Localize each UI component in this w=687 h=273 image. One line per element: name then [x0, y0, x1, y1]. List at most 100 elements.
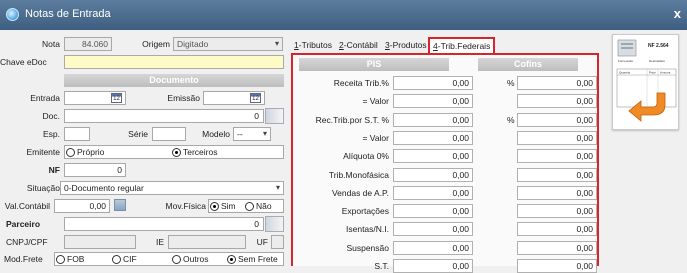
- svg-text:Fornecedor: Fornecedor: [618, 59, 633, 63]
- cofins-value-input[interactable]: 0,00: [517, 241, 597, 255]
- cnpj-input[interactable]: [64, 235, 136, 249]
- cofins-value-input[interactable]: 0,00: [517, 168, 597, 182]
- pis-value-input[interactable]: 0,00: [393, 168, 473, 182]
- tab-trib-federais[interactable]: 4-Trib.Federais: [428, 37, 496, 54]
- modfrete-semfrete-radio[interactable]: Sem Frete: [227, 254, 278, 264]
- entrada-label: Entrada: [30, 93, 60, 103]
- svg-text:Destinatário: Destinatário: [649, 59, 665, 63]
- modfrete-fob-radio[interactable]: FOB: [56, 254, 84, 264]
- pis-value-input[interactable]: 0,00: [393, 241, 473, 255]
- pis-row-label: Exportações: [341, 206, 389, 216]
- modelo-label: Modelo: [202, 129, 230, 139]
- serie-input[interactable]: [152, 127, 186, 141]
- nf-label: NF: [48, 165, 60, 175]
- cofins-value-input[interactable]: 0,00: [517, 204, 597, 218]
- cofins-value-input[interactable]: 0,00: [517, 131, 597, 145]
- tab-contabil[interactable]: 2-Contábil: [336, 38, 381, 53]
- pis-row-label: Trib.Monofásica: [328, 170, 389, 180]
- pis-value-input[interactable]: 0,00: [393, 113, 473, 127]
- valcontabil-input[interactable]: 0,00: [54, 199, 110, 213]
- origem-select[interactable]: Digitado: [173, 37, 283, 51]
- documento-header: Documento: [64, 74, 284, 87]
- situacao-label: Situação: [26, 183, 60, 193]
- modfrete-label: Mod.Frete: [4, 254, 43, 264]
- pis-row-label: Vendas de A.P.: [331, 188, 389, 198]
- nf-input[interactable]: 0: [64, 163, 126, 177]
- pis-row-label: Receita Trib.%: [333, 78, 389, 88]
- situacao-select[interactable]: 0-Documento regular: [60, 181, 284, 195]
- parceiro-search-icon[interactable]: [265, 216, 284, 232]
- pis-value-input[interactable]: 0,00: [393, 94, 473, 108]
- doc-label: Doc.: [42, 111, 60, 121]
- svg-text:Quantity: Quantity: [619, 71, 631, 75]
- pis-value-input[interactable]: 0,00: [393, 186, 473, 200]
- parceiro-number: 0: [254, 219, 259, 229]
- serie-label: Série: [128, 129, 148, 139]
- cofins-value-input[interactable]: 0,00: [517, 222, 597, 236]
- movfisica-nao-radio[interactable]: Não: [245, 201, 272, 211]
- calculator-icon[interactable]: [114, 199, 126, 211]
- tab-tributos[interactable]: 1-Tributos: [291, 38, 335, 53]
- cnpj-label: CNPJ/CPF: [6, 237, 48, 247]
- esp-input[interactable]: [64, 127, 90, 141]
- pis-row-label: Isentas/N.I.: [346, 224, 389, 234]
- chave-label: Chave eDoc: [0, 57, 47, 67]
- nota-label: Nota: [42, 39, 60, 49]
- window-title: Notas de Entrada: [25, 8, 111, 20]
- calendar-icon[interactable]: 12: [250, 93, 261, 103]
- svg-text:Price: Price: [649, 71, 656, 75]
- pis-value-input[interactable]: 0,00: [393, 259, 473, 273]
- cofins-value-input[interactable]: 0,00: [517, 113, 597, 127]
- ie-label: IE: [155, 237, 164, 247]
- calendar-icon[interactable]: 12: [111, 93, 122, 103]
- movfisica-sim-radio[interactable]: Sim: [210, 201, 236, 211]
- pis-row-label: = Valor: [362, 96, 389, 106]
- pis-value-input[interactable]: 0,00: [393, 131, 473, 145]
- emissao-label: Emissão: [167, 93, 200, 103]
- emitente-proprio-radio[interactable]: Próprio: [66, 147, 104, 157]
- origem-label: Origem: [142, 39, 170, 49]
- pis-value-input[interactable]: 0,00: [393, 149, 473, 163]
- valcontabil-label: Val.Contábil: [4, 201, 50, 211]
- invoice-arrow-icon: NF 2.564 Fornecedor Destinatário Quantit…: [616, 39, 677, 122]
- chave-edoc-input[interactable]: [64, 55, 284, 69]
- cofins-value-input[interactable]: 0,00: [517, 76, 597, 90]
- cofins-value-input[interactable]: 0,00: [517, 94, 597, 108]
- emitente-label: Emitente: [26, 147, 60, 157]
- app-icon: [6, 8, 19, 21]
- doc-input[interactable]: 0: [64, 109, 264, 123]
- svg-text:NF 2.564: NF 2.564: [648, 43, 669, 49]
- pis-row-label: Rec.Trib.por S.T. %: [315, 115, 389, 125]
- cofins-value-input[interactable]: 0,00: [517, 259, 597, 273]
- doc-number: 0: [254, 111, 259, 121]
- parceiro-input[interactable]: 0: [64, 217, 264, 231]
- cofins-value-input[interactable]: 0,00: [517, 149, 597, 163]
- modfrete-outros-radio[interactable]: Outros: [172, 254, 209, 264]
- uf-label: UF: [256, 237, 268, 247]
- doc-search-icon[interactable]: [265, 108, 284, 124]
- nota-field[interactable]: 84.060: [64, 37, 112, 51]
- emitente-terceiros-radio[interactable]: Terceiros: [172, 147, 217, 157]
- cofins-header: Cofins: [478, 58, 578, 71]
- ie-input[interactable]: [168, 235, 246, 249]
- modfrete-cif-radio[interactable]: CIF: [112, 254, 137, 264]
- pis-row-label: = Valor: [362, 133, 389, 143]
- window-titlebar: Notas de Entrada x: [0, 0, 687, 30]
- trib-federais-panel: PIS Cofins Receita Trib.% 0,00% 0,00 = Valo…: [291, 53, 599, 273]
- tab-produtos[interactable]: 3-Produtos: [382, 38, 430, 53]
- pis-value-input[interactable]: 0,00: [393, 204, 473, 218]
- svg-text:Amount: Amount: [660, 71, 671, 75]
- pis-value-input[interactable]: 0,00: [393, 222, 473, 236]
- uf-input[interactable]: [271, 235, 284, 249]
- movfisica-label: Mov.Física: [165, 201, 206, 211]
- cofins-value-input[interactable]: 0,00: [517, 186, 597, 200]
- close-icon[interactable]: x: [674, 6, 681, 21]
- invoice-preview: NF 2.564 Fornecedor Destinatário Quantit…: [612, 34, 679, 130]
- esp-label: Esp.: [42, 129, 60, 139]
- pis-row-label: Alíquota 0%: [343, 151, 389, 161]
- pis-value-input[interactable]: 0,00: [393, 76, 473, 90]
- modelo-select[interactable]: --: [233, 127, 271, 141]
- cofins-percent-label: %: [507, 78, 515, 88]
- cofins-percent-label: %: [507, 115, 515, 125]
- pis-row-label: S.T.: [374, 261, 389, 271]
